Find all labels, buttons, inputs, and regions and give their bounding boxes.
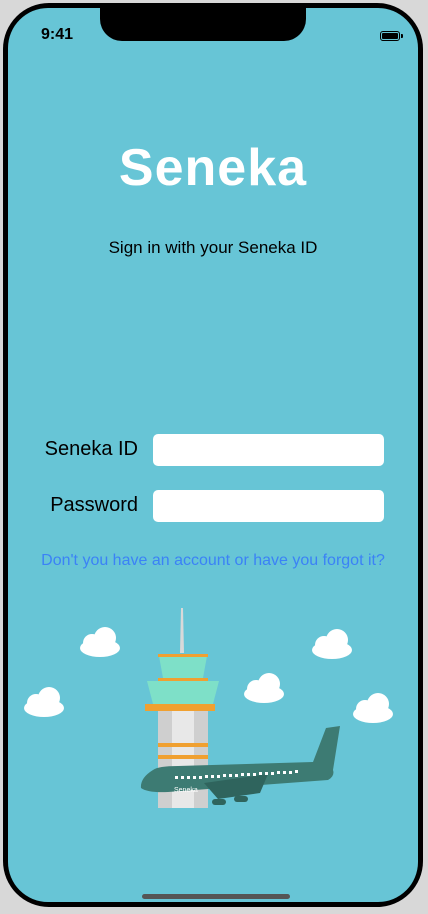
account-help-link[interactable]: Don't you have an account or have you fo… — [8, 552, 418, 570]
app-logo: Seneka — [118, 139, 308, 197]
signin-subtitle: Sign in with your Seneka ID — [108, 238, 318, 257]
notch — [100, 8, 306, 41]
cloud-icon — [24, 687, 64, 717]
cloud-icon — [312, 629, 352, 659]
seneka-id-label: Seneka ID — [44, 438, 138, 460]
seneka-id-field[interactable] — [153, 434, 384, 466]
airport-illustration: Seneka — [24, 608, 393, 808]
device-frame: 9:41 Seneka Sign in with your Seneka ID … — [3, 3, 423, 907]
status-time: 9:41 — [41, 26, 74, 43]
cloud-icon — [353, 693, 393, 723]
password-field[interactable] — [153, 490, 384, 522]
password-label: Password — [50, 494, 138, 516]
battery-icon — [380, 31, 403, 41]
plane-livery-text: Seneka — [174, 787, 198, 794]
login-screen: 9:41 Seneka Sign in with your Seneka ID … — [8, 8, 418, 902]
cloud-icon — [244, 673, 284, 703]
home-indicator[interactable] — [142, 894, 290, 899]
cloud-icon — [80, 627, 120, 657]
